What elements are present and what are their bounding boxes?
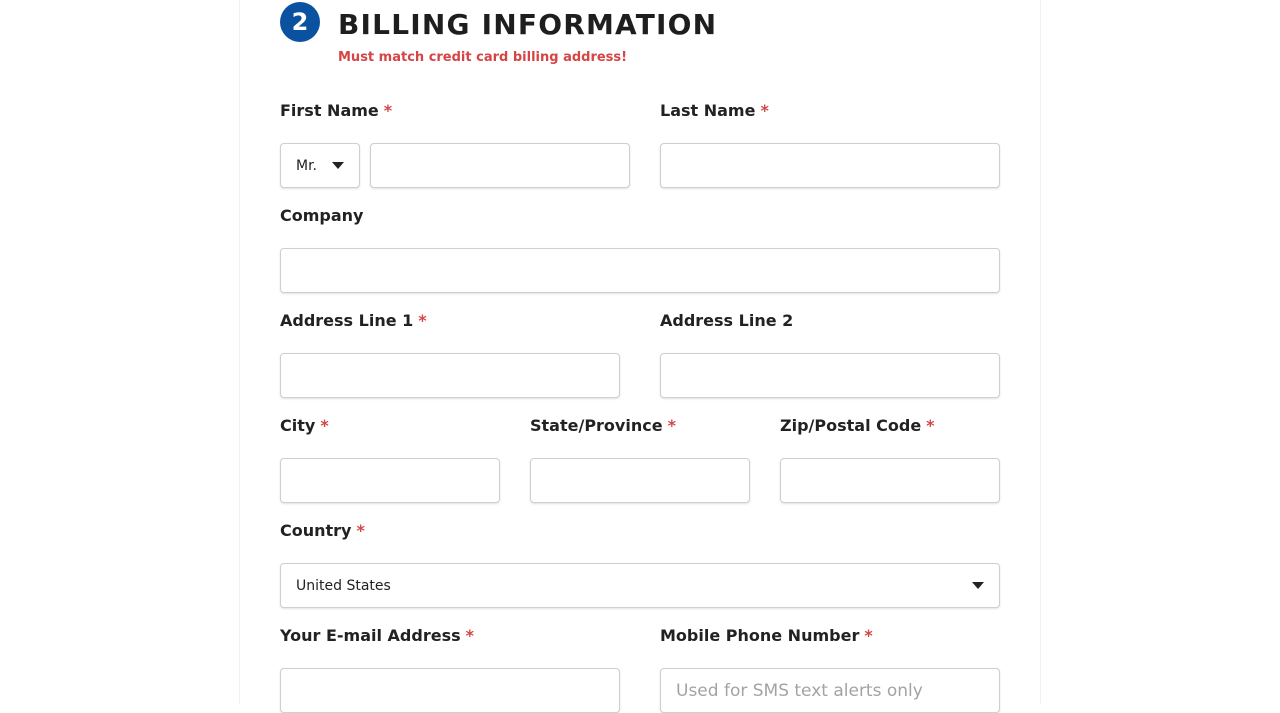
address2-label: Address Line 2 (660, 311, 793, 330)
last-name-label-text: Last Name (660, 101, 756, 120)
address2-input[interactable] (661, 354, 999, 397)
email-field[interactable] (280, 668, 620, 713)
state-label: State/Province * (530, 416, 676, 435)
first-name-label: First Name * (280, 101, 392, 120)
mobile-label: Mobile Phone Number * (660, 626, 873, 645)
required-marker: * (926, 416, 935, 435)
last-name-field[interactable] (660, 143, 1000, 188)
zip-label-text: Zip/Postal Code (780, 416, 922, 435)
address2-field[interactable] (660, 353, 1000, 398)
step-number-badge: 2 (280, 2, 320, 42)
country-label-text: Country (280, 521, 352, 540)
company-field[interactable] (280, 248, 1000, 293)
address1-input[interactable] (281, 354, 619, 397)
first-name-field[interactable] (370, 143, 630, 188)
chevron-down-icon (332, 162, 344, 169)
address2-label-text: Address Line 2 (660, 311, 794, 330)
title-select[interactable]: Mr. (280, 143, 360, 188)
title-select-value: Mr. (296, 157, 317, 174)
section-note: Must match credit card billing address! (338, 50, 628, 65)
mobile-field[interactable] (660, 668, 1000, 713)
last-name-label: Last Name * (660, 101, 769, 120)
step-number: 2 (291, 8, 309, 36)
email-label: Your E-mail Address * (280, 626, 474, 645)
address1-field[interactable] (280, 353, 620, 398)
zip-label: Zip/Postal Code * (780, 416, 935, 435)
required-marker: * (418, 311, 427, 330)
chevron-down-icon (972, 582, 984, 589)
required-marker: * (356, 521, 365, 540)
last-name-input[interactable] (661, 144, 999, 187)
city-input[interactable] (281, 459, 499, 502)
mobile-input[interactable] (661, 669, 999, 712)
zip-field[interactable] (780, 458, 1000, 503)
country-select[interactable]: United States (280, 563, 1000, 608)
city-field[interactable] (280, 458, 500, 503)
address1-label-text: Address Line 1 (280, 311, 414, 330)
email-input[interactable] (281, 669, 619, 712)
required-marker: * (864, 626, 873, 645)
country-label: Country * (280, 521, 365, 540)
country-select-value: United States (296, 577, 391, 594)
state-label-text: State/Province (530, 416, 663, 435)
zip-input[interactable] (781, 459, 999, 502)
email-label-text: Your E-mail Address (280, 626, 461, 645)
state-field[interactable] (530, 458, 750, 503)
company-input[interactable] (281, 249, 999, 292)
required-marker: * (667, 416, 676, 435)
state-input[interactable] (531, 459, 749, 502)
first-name-input[interactable] (371, 144, 629, 187)
city-label: City * (280, 416, 329, 435)
mobile-label-text: Mobile Phone Number (660, 626, 860, 645)
company-label-text: Company (280, 206, 364, 225)
required-marker: * (465, 626, 474, 645)
city-label-text: City (280, 416, 316, 435)
required-marker: * (383, 101, 393, 120)
company-label: Company (280, 206, 363, 225)
required-marker: * (320, 416, 329, 435)
address1-label: Address Line 1 * (280, 311, 427, 330)
section-title: BILLING INFORMATION (338, 8, 718, 41)
first-name-label-text: First Name (280, 101, 379, 120)
required-marker: * (760, 101, 769, 120)
